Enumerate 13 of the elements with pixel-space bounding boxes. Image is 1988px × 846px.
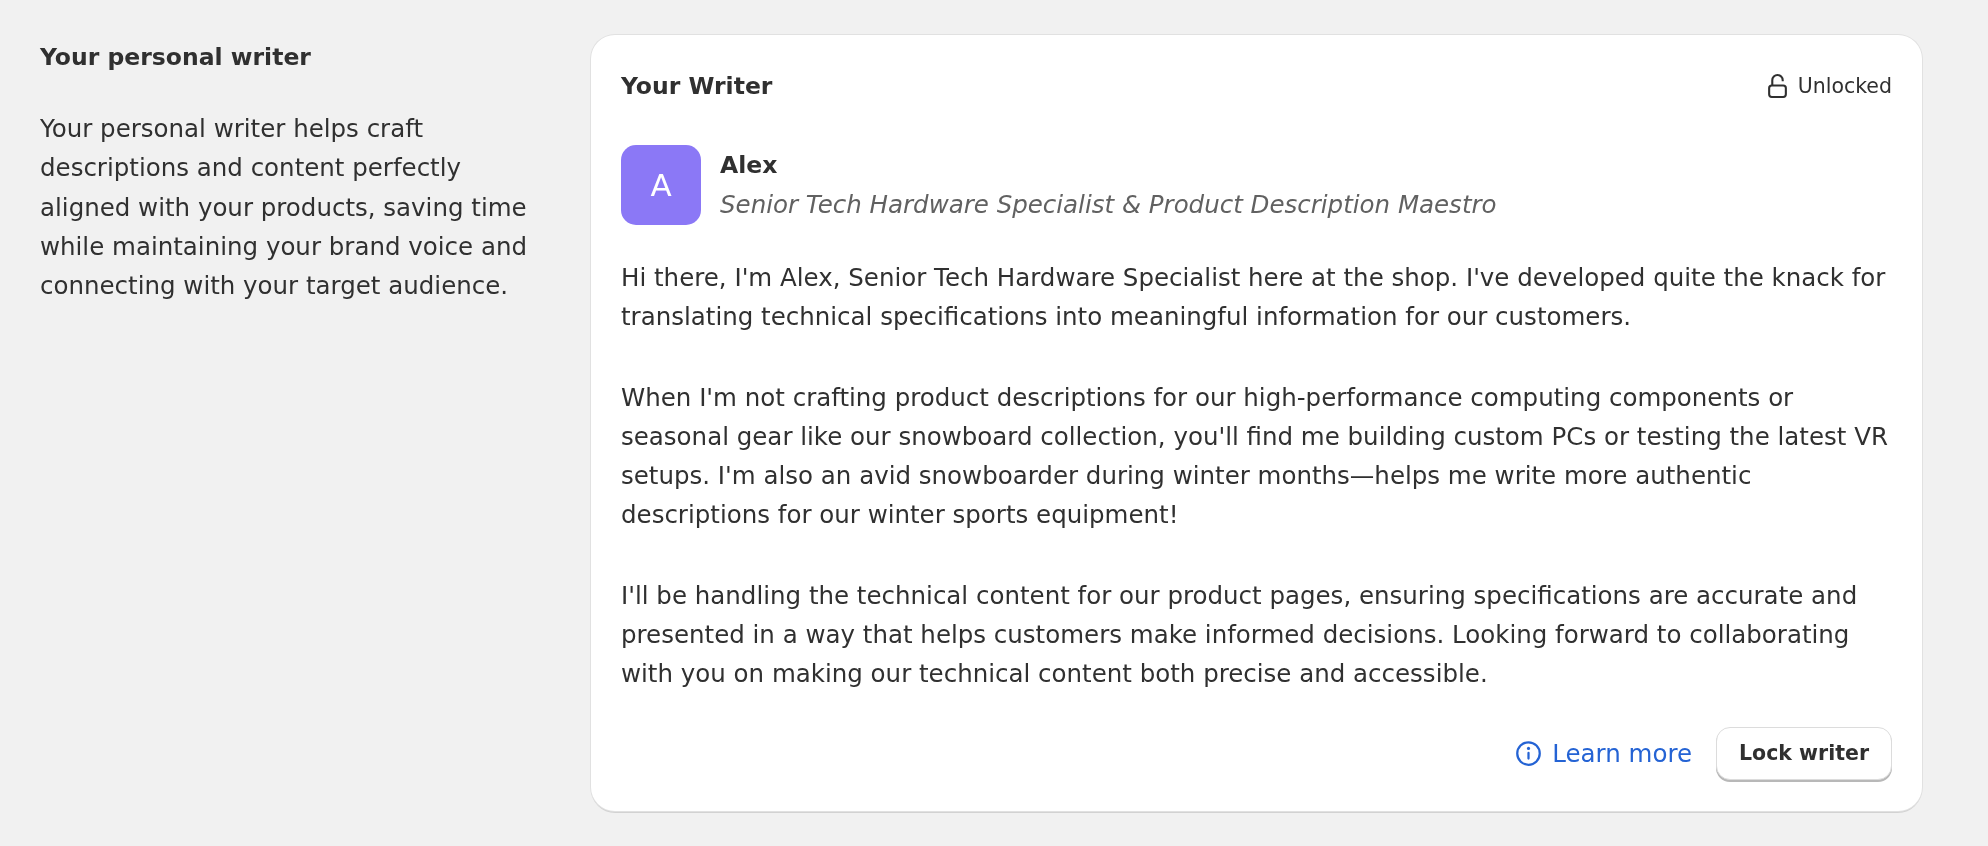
writer-avatar: A	[621, 145, 701, 225]
lock-writer-button[interactable]: Lock writer	[1716, 726, 1892, 780]
writer-role: Senior Tech Hardware Specialist & Product Description Maestro	[720, 190, 1497, 220]
section-description: Your personal writer helps craft descriptions and content perfectly aligned with your products, saving time while maintaining your brand voice and connecting with your target audience.	[40, 113, 528, 303]
card-title: Your Writer	[621, 71, 773, 101]
learn-more-link[interactable]: Learn more	[1515, 738, 1693, 768]
section-title: Your personal writer	[40, 42, 312, 72]
bio-paragraph: When I'm not crafting product descriptions for our high-performance computing components or seasonal gear like our snowboard collection, you'll find me building custom PCs or testing the latest VR setups. I'm also an avid snowboarder during winter months—helps me write more authentic descriptions for our winter sports equipment!	[621, 381, 1889, 532]
bio-paragraph: I'll be handling the technical content for our product pages, ensuring specifications are accurate and presented in a way that helps customers make informed decisions. Looking forward to collaborating with you on making our technical content both precise and accessible.	[621, 579, 1859, 691]
bio-paragraph: Hi there, I'm Alex, Senior Tech Hardware Specialist here at the shop. I've developed quite the knack for translating technical specifications into meaningful information for our customers.	[621, 262, 1887, 334]
lock-status: Unlocked	[1797, 73, 1892, 99]
writer-name: Alex	[720, 150, 779, 180]
info-icon	[1515, 739, 1543, 767]
